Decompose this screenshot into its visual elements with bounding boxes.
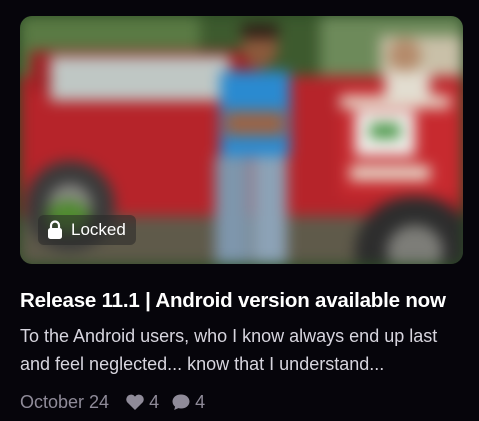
locked-label: Locked (71, 220, 126, 239)
comment-icon (172, 394, 190, 410)
post-date: October 24 (20, 391, 110, 412)
heart-icon (126, 394, 144, 410)
post-thumbnail[interactable]: Locked (20, 16, 463, 264)
comment-count: 4 (195, 391, 206, 412)
comment-button[interactable]: 4 (171, 392, 205, 413)
lock-icon (48, 220, 62, 239)
like-count: 4 (149, 391, 160, 412)
locked-badge: Locked (38, 215, 136, 245)
post-meta: October 24 4 4 (20, 390, 217, 414)
post-card: Locked Release 11.1 | Android version av… (0, 0, 479, 421)
like-button[interactable]: 4 (125, 392, 159, 413)
post-title[interactable]: Release 11.1 | Android version available… (20, 289, 470, 313)
post-description: To the Android users, who I know always … (20, 326, 438, 374)
